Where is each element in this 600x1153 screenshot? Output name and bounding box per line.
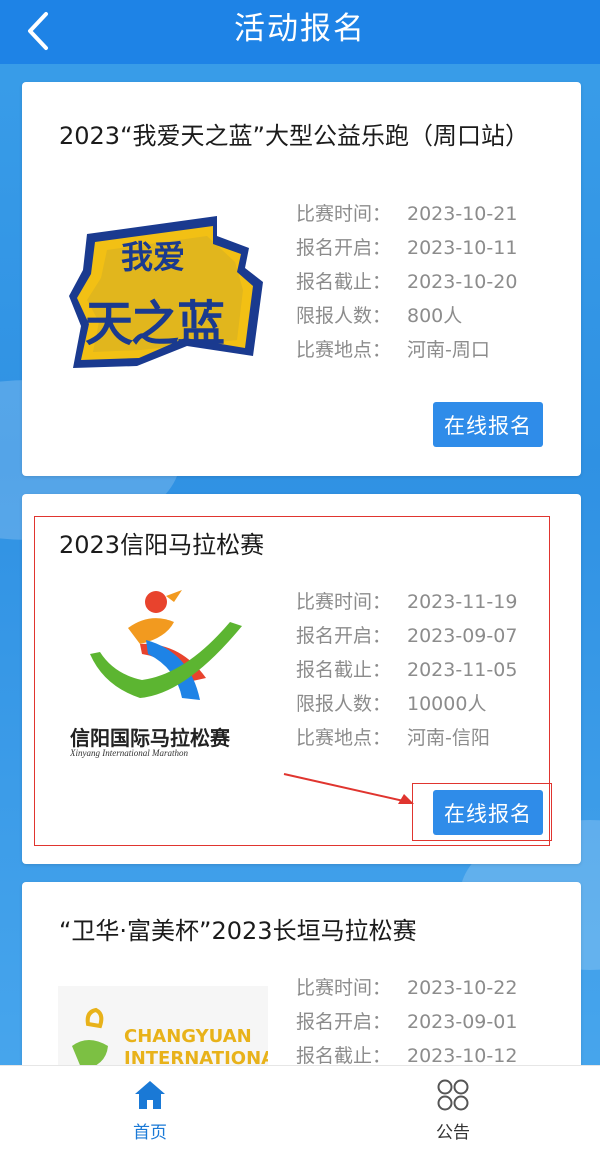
event-title: “卫华·富美杯”2023长垣马拉松赛	[59, 917, 417, 945]
home-icon	[135, 1081, 165, 1109]
info-row-reg-open: 报名开启： 2023-09-01	[296, 1011, 518, 1033]
event-info-list: 比赛时间： 2023-10-21 报名开启： 2023-10-11 报名截止： 202…	[296, 197, 517, 367]
nav-item-home[interactable]: 首页	[90, 1066, 210, 1153]
bottom-nav-bar: 首页 公告	[0, 1065, 600, 1153]
nav-label-home: 首页	[133, 1123, 167, 1143]
info-row-reg-close: 报名截止： 2023-10-20	[296, 271, 518, 293]
logo-text-top: 我爱	[121, 238, 186, 276]
highlight-box-button	[412, 783, 552, 841]
logo-text-line1: CHANGYUAN	[124, 1026, 252, 1047]
header-bar: 活动报名	[0, 0, 600, 64]
register-online-button[interactable]: 在线报名	[433, 402, 543, 447]
event-logo-tianzhilan: 我爱 天之蓝	[67, 206, 267, 374]
grid-icon	[437, 1079, 469, 1111]
annotation-arrow-icon	[283, 773, 414, 804]
info-row-race-time: 比赛时间： 2023-10-21	[296, 203, 518, 225]
event-info-list: 比赛时间： 2023-10-22 报名开启： 2023-09-01 报名截止： 202…	[296, 971, 517, 1073]
nav-item-notice[interactable]: 公告	[393, 1066, 513, 1153]
logo-text-main: 天之蓝	[85, 296, 225, 352]
info-row-location: 比赛地点： 河南-周口	[296, 339, 490, 361]
event-title: 2023“我爱天之蓝”大型公益乐跑（周口站）	[59, 122, 529, 150]
event-logo-changyuan: CHANGYUAN INTERNATIONAL	[58, 986, 268, 1076]
info-row-capacity: 限报人数： 800人	[296, 305, 463, 327]
info-row-reg-open: 报名开启： 2023-10-11	[296, 237, 518, 259]
event-card-tianzhilan: 2023“我爱天之蓝”大型公益乐跑（周口站） 我爱 天之蓝 比赛时间： 2023-…	[22, 82, 581, 476]
nav-label-notice: 公告	[436, 1123, 470, 1143]
info-row-race-time: 比赛时间： 2023-10-22	[296, 977, 518, 999]
page-title: 活动报名	[234, 11, 366, 47]
event-card-changyuan: “卫华·富美杯”2023长垣马拉松赛 CHANGYUAN INTERNATION…	[22, 882, 581, 1082]
